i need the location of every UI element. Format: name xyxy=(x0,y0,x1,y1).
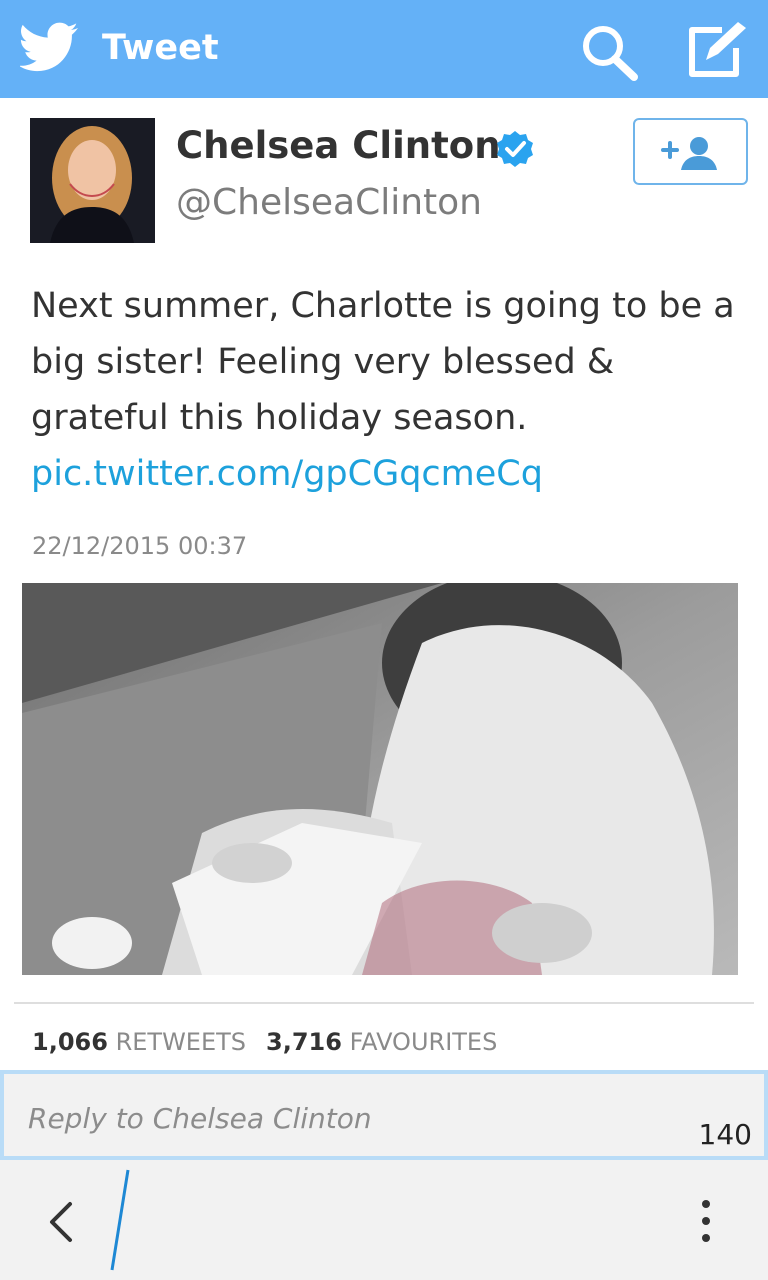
tweet-photo[interactable] xyxy=(22,583,738,975)
verified-badge-icon xyxy=(497,131,533,167)
tweet-stats: 1,066 RETWEETS 3,716 FAVOURITES xyxy=(32,1028,497,1056)
retweets-stat[interactable]: 1,066 RETWEETS xyxy=(32,1028,246,1056)
tweet-text: Next summer, Charlotte is going to be a … xyxy=(31,278,753,502)
search-icon[interactable] xyxy=(578,22,642,82)
avatar[interactable] xyxy=(30,118,155,243)
follow-button[interactable] xyxy=(633,118,748,185)
tweet-body: Next summer, Charlotte is going to be a … xyxy=(31,286,735,438)
chevron-left-icon[interactable] xyxy=(46,1200,76,1244)
compose-icon[interactable] xyxy=(686,20,750,78)
favourites-label: FAVOURITES xyxy=(349,1028,498,1056)
retweets-count: 1,066 xyxy=(32,1028,108,1056)
user-name[interactable]: Chelsea Clinton xyxy=(176,124,501,167)
page-title: Tweet xyxy=(102,28,219,68)
overflow-menu-icon[interactable] xyxy=(696,1196,716,1246)
tweet-timestamp: 22/12/2015 00:37 xyxy=(32,532,248,560)
character-count: 140 xyxy=(698,1118,752,1151)
favourites-stat[interactable]: 3,716 FAVOURITES xyxy=(266,1028,497,1056)
divider xyxy=(14,1002,754,1004)
favourites-count: 3,716 xyxy=(266,1028,342,1056)
app-header: Tweet xyxy=(0,0,768,98)
text-cursor xyxy=(110,1169,130,1271)
tweet-link[interactable]: pic.twitter.com/gpCGqcmeCq xyxy=(31,454,543,494)
add-user-icon xyxy=(661,137,717,170)
reply-input[interactable]: Reply to Chelsea Clinton 140 xyxy=(0,1070,768,1160)
reply-placeholder: Reply to Chelsea Clinton xyxy=(28,1102,372,1135)
bottom-bar xyxy=(0,1160,768,1280)
twitter-bird-icon[interactable] xyxy=(20,22,80,74)
user-handle[interactable]: @ChelseaClinton xyxy=(176,182,482,223)
retweets-label: RETWEETS xyxy=(115,1028,247,1056)
